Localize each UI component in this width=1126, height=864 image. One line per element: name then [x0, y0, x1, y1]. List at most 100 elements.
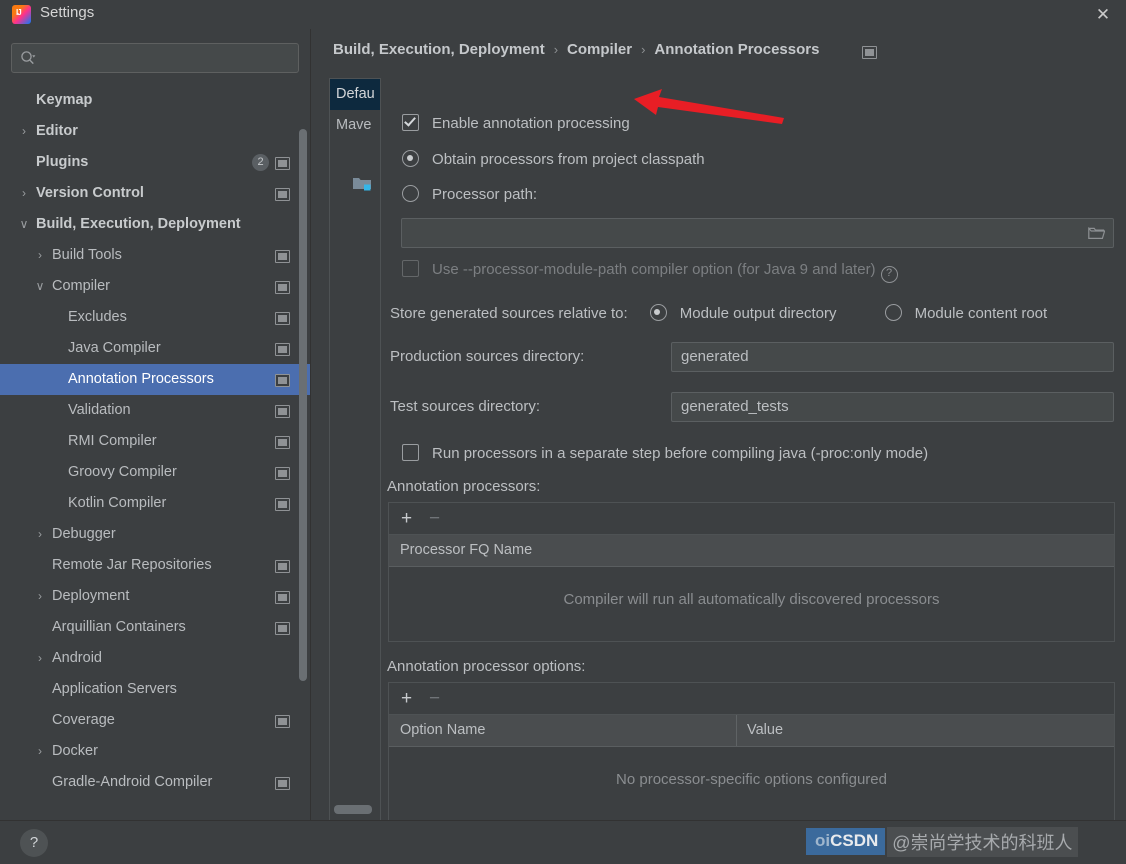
sidebar-item-badge: 2 [252, 154, 269, 171]
chevron-right-icon[interactable]: › [33, 581, 47, 612]
sidebar-item-excludes[interactable]: Excludes [0, 302, 310, 333]
chevron-right-icon[interactable]: › [33, 736, 47, 767]
processor-path-radio[interactable] [402, 185, 419, 202]
sidebar-item-arquillian-containers[interactable]: Arquillian Containers [0, 612, 310, 643]
test-sources-label: Test sources directory: [390, 398, 541, 415]
settings-icon[interactable] [275, 343, 290, 356]
sidebar-item-kotlin-compiler[interactable]: Kotlin Compiler [0, 488, 310, 519]
settings-icon[interactable] [275, 436, 290, 449]
settings-icon[interactable] [275, 405, 290, 418]
sidebar-item-rmi-compiler[interactable]: RMI Compiler [0, 426, 310, 457]
test-sources-input[interactable]: generated_tests [671, 392, 1114, 422]
enable-annotation-processing-label: Enable annotation processing [432, 115, 630, 132]
sidebar-item-label: RMI Compiler [68, 433, 157, 449]
settings-icon[interactable] [275, 312, 290, 325]
sidebar-item-build-tools[interactable]: › Build Tools [0, 240, 310, 271]
sidebar-item-compiler[interactable]: ∨ Compiler [0, 271, 310, 302]
breadcrumb-part-2[interactable]: Annotation Processors [654, 41, 819, 58]
settings-icon[interactable] [275, 467, 290, 480]
enable-annotation-processing-checkbox[interactable] [402, 114, 419, 131]
settings-icon[interactable] [275, 250, 290, 263]
sidebar-item-debugger[interactable]: › Debugger [0, 519, 310, 550]
remove-processor-button[interactable]: − [429, 509, 440, 528]
breadcrumb-part-0[interactable]: Build, Execution, Deployment [333, 41, 545, 58]
chevron-right-icon[interactable]: › [33, 519, 47, 550]
processor-path-label: Processor path: [432, 186, 538, 203]
settings-tree[interactable]: Keymap › Editor Plugins 2 › Version Control ∨ Bu… [0, 85, 310, 820]
sidebar-item-java-compiler[interactable]: Java Compiler [0, 333, 310, 364]
help-icon[interactable]: ? [880, 266, 898, 283]
add-option-button[interactable]: + [401, 689, 412, 708]
sidebar-item-deployment[interactable]: › Deployment [0, 581, 310, 612]
run-separate-step-checkbox[interactable] [402, 444, 419, 461]
breadcrumb-part-1[interactable]: Compiler [567, 41, 632, 58]
settings-icon[interactable] [275, 498, 290, 511]
sidebar-item-build-execution-deployment[interactable]: ∨ Build, Execution, Deployment [0, 209, 310, 240]
sidebar-item-android[interactable]: › Android [0, 643, 310, 674]
column-option-name[interactable]: Option Name [389, 715, 485, 746]
options-table-caption: Annotation processor options: [387, 658, 586, 675]
production-sources-input[interactable]: generated [671, 342, 1114, 372]
use-processor-module-path-row[interactable]: Use --processor-module-path compiler opt… [402, 260, 898, 283]
settings-icon[interactable] [275, 157, 290, 170]
sidebar-item-application-servers[interactable]: Application Servers [0, 674, 310, 705]
chevron-down-icon[interactable]: ∨ [17, 209, 31, 240]
chevron-right-icon[interactable]: › [33, 643, 47, 674]
sidebar-item-keymap[interactable]: Keymap [0, 85, 310, 116]
settings-icon[interactable] [275, 591, 290, 604]
sidebar-item-label: Plugins [36, 154, 89, 170]
help-button[interactable]: ? [20, 829, 48, 857]
breadcrumb-settings-icon[interactable] [862, 46, 877, 59]
sidebar-item-editor[interactable]: › Editor [0, 116, 310, 147]
obtain-from-classpath-row[interactable]: Obtain processors from project classpath [402, 150, 705, 168]
sidebar-item-version-control[interactable]: › Version Control [0, 178, 310, 209]
module-item-maven[interactable]: Mave [330, 110, 380, 141]
sidebar-scrollbar[interactable] [299, 129, 307, 681]
processor-path-row[interactable]: Processor path: [402, 185, 537, 203]
chevron-down-icon[interactable]: ∨ [33, 271, 47, 302]
column-processor-fq-name[interactable]: Processor FQ Name [389, 535, 532, 566]
chevron-right-icon[interactable]: › [17, 178, 31, 209]
settings-icon[interactable] [275, 622, 290, 635]
settings-icon[interactable] [275, 715, 290, 728]
title-bar: IJ Settings ✕ [0, 0, 1126, 29]
csdn-username: @崇尚学技术的科班人 [887, 826, 1078, 857]
sidebar-item-label: Groovy Compiler [68, 464, 177, 480]
run-separate-step-row[interactable]: Run processors in a separate step before… [402, 444, 928, 462]
settings-icon[interactable] [275, 374, 290, 387]
settings-content: Build, Execution, Deployment › Compiler › An… [311, 29, 1126, 822]
chevron-right-icon[interactable]: › [33, 240, 47, 271]
module-panel-hscrollbar[interactable] [334, 805, 372, 814]
breadcrumb-separator: › [553, 42, 559, 57]
settings-icon[interactable] [275, 281, 290, 294]
folder-browse-icon[interactable] [1088, 226, 1105, 240]
add-processor-button[interactable]: + [401, 509, 412, 528]
column-value[interactable]: Value [736, 715, 783, 746]
processor-path-input[interactable] [401, 218, 1114, 248]
settings-icon[interactable] [275, 777, 290, 790]
sidebar-item-validation[interactable]: Validation [0, 395, 310, 426]
sidebar-item-coverage[interactable]: Coverage [0, 705, 310, 736]
search-input[interactable] [11, 43, 299, 73]
production-sources-value: generated [681, 348, 749, 365]
settings-icon[interactable] [275, 560, 290, 573]
sidebar-item-label: Annotation Processors [68, 371, 214, 387]
chevron-right-icon[interactable]: › [17, 116, 31, 147]
module-output-directory-radio[interactable] [649, 304, 667, 321]
sidebar-item-gradle-android-compiler[interactable]: Gradle-Android Compiler [0, 767, 310, 798]
enable-annotation-processing-row[interactable]: Enable annotation processing [402, 114, 630, 132]
use-processor-module-path-checkbox[interactable] [402, 260, 419, 277]
sidebar-item-label: Keymap [36, 92, 93, 108]
sidebar-item-annotation-processors[interactable]: Annotation Processors [0, 364, 310, 395]
module-content-root-radio[interactable] [884, 304, 902, 321]
sidebar-item-docker[interactable]: › Docker [0, 736, 310, 767]
sidebar-item-groovy-compiler[interactable]: Groovy Compiler [0, 457, 310, 488]
sidebar-item-remote-jar-repositories[interactable]: Remote Jar Repositories [0, 550, 310, 581]
module-item-default[interactable]: Defau [330, 79, 380, 110]
processors-table-toolbar: + − [389, 503, 1114, 535]
settings-icon[interactable] [275, 188, 290, 201]
remove-option-button[interactable]: − [429, 689, 440, 708]
close-icon[interactable]: ✕ [1080, 0, 1126, 29]
obtain-from-classpath-radio[interactable] [402, 150, 419, 167]
sidebar-item-plugins[interactable]: Plugins 2 [0, 147, 310, 178]
